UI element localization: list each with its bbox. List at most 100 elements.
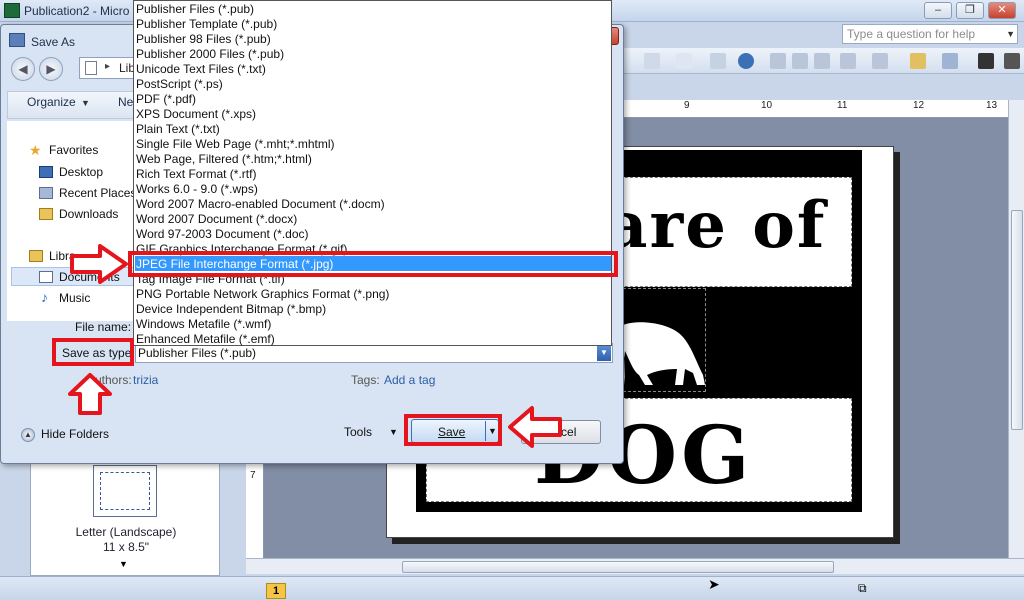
line-style-icon[interactable] [978,53,994,69]
tags-input[interactable]: Add a tag [384,373,435,387]
type-option[interactable]: Windows Metafile (*.wmf) [136,317,271,331]
hide-folders-button[interactable]: Hide Folders [41,427,109,441]
sign-top-text[interactable]: are of [606,188,826,263]
ruler-number: 7 [250,470,256,481]
page-size-card[interactable]: Letter (Landscape) 11 x 8.5" ▼ [30,458,220,576]
libraries-icon [29,250,43,262]
table-icon[interactable] [710,53,726,69]
help-placeholder: Type a question for help [847,27,976,41]
mouse-cursor-icon: ➤ [708,576,720,592]
type-option[interactable]: Word 2007 Macro-enabled Document (*.docm… [136,197,385,211]
type-option[interactable]: XPS Document (*.xps) [136,107,256,121]
help-search-input[interactable]: Type a question for help ▼ [842,24,1018,44]
arrow-left-icon [508,406,562,448]
arrow-up-icon [68,373,112,415]
type-option[interactable]: Publisher 2000 Files (*.pub) [136,47,284,61]
list-icon[interactable] [676,53,692,69]
nav-desktop-label: Desktop [59,165,104,179]
documents-icon [39,271,53,283]
ruler-number: 10 [761,100,773,111]
type-option[interactable]: Device Independent Bitmap (*.bmp) [136,302,326,316]
page-size-name: Letter (Landscape) [75,525,177,539]
fill-color-icon[interactable] [910,53,926,69]
nav-favorites-label: Favorites [49,143,99,157]
maximize-button[interactable]: ❐ [956,2,984,19]
save-as-type-value: Publisher Files (*.pub) [138,346,257,360]
back-button[interactable]: ◀ [11,57,35,81]
organize-button[interactable]: Organize [27,95,76,109]
star-icon: ★ [29,142,42,158]
type-option[interactable]: PDF (*.pdf) [136,92,196,106]
type-option[interactable]: Publisher Template (*.pub) [136,17,277,31]
vertical-scrollbar[interactable] [1008,100,1024,558]
type-option[interactable]: Unicode Text Files (*.txt) [136,62,266,76]
type-option[interactable]: PostScript (*.ps) [136,77,223,91]
nav-downloads-label: Downloads [59,207,119,221]
group-icon[interactable] [840,53,856,69]
arrow-right-icon [70,244,128,284]
nav-recent-places-label: Recent Places [59,186,137,200]
horizontal-scrollbar[interactable] [246,558,1024,574]
status-bar: 1 ⧉ [0,576,1024,600]
ruler-number: 11 [837,100,848,111]
close-button[interactable]: ✕ [988,2,1016,19]
nav-music-label: Music [59,291,91,305]
highlight-box-save [404,414,502,446]
arrow-style-icon[interactable] [1004,53,1020,69]
type-option[interactable]: Web Page, Filtered (*.htm;*.html) [136,152,312,166]
file-name-label: File name: [75,320,132,334]
downloads-folder-icon [39,208,53,220]
highlight-box-save-as-type [52,338,134,366]
vertical-ruler: 7 [246,458,264,558]
type-option[interactable]: Plain Text (*.txt) [136,122,220,136]
page-navigator[interactable]: 1 [266,583,286,599]
type-option[interactable]: Publisher 98 Files (*.pub) [136,32,271,46]
recent-places-icon [39,187,53,199]
folder-path-icon [85,61,97,75]
desktop-icon [39,166,53,178]
highlight-box-jpeg [128,251,618,277]
page-size-thumbnail [93,465,157,517]
crop-icon[interactable] [872,53,888,69]
tools-button[interactable]: Tools [344,425,372,439]
scroll-thumb[interactable] [402,561,834,573]
ruler-number: 13 [986,100,998,111]
chevron-right-icon: ▸ [105,61,111,72]
horizontal-ruler: 9 10 11 12 13 [620,100,1008,118]
chevron-down-icon[interactable]: ▼ [1006,29,1015,39]
scroll-thumb[interactable] [1011,210,1023,430]
type-option[interactable]: Single File Web Page (*.mht;*.mhtml) [136,137,335,151]
link-icon[interactable] [814,53,830,69]
type-option[interactable]: Works 6.0 - 9.0 (*.wps) [136,182,258,196]
line-color-icon[interactable] [942,53,958,69]
object-size-icon: ⧉ [858,581,867,595]
hyphen-icon[interactable] [792,53,808,69]
help-icon[interactable] [738,53,754,69]
music-icon: ♪ [41,289,48,305]
minimize-button[interactable]: – [924,2,952,19]
chevron-down-icon[interactable]: ▼ [81,98,90,108]
new-folder-button[interactable]: Ne [118,95,133,109]
text-box-icon[interactable] [770,53,786,69]
save-as-icon [9,33,25,47]
publisher-app-icon [4,3,20,18]
chevron-down-icon[interactable]: ▼ [389,427,398,437]
type-option[interactable]: Word 97-2003 Document (*.doc) [136,227,309,241]
formatting-toolbar [620,48,1024,74]
chevron-down-icon[interactable]: ▼ [119,559,128,569]
forward-button[interactable]: ▶ [39,57,63,81]
ruler-number: 9 [684,100,690,111]
page-size-dimensions: 11 x 8.5" [102,540,150,554]
publisher-title: Publication2 - Micro [24,4,130,18]
type-option[interactable]: PNG Portable Network Graphics Format (*.… [136,287,389,301]
authors-value[interactable]: trizia [133,373,158,387]
type-option[interactable]: Word 2007 Document (*.docx) [136,212,297,226]
dialog-title: Save As [31,35,76,49]
chevron-up-icon[interactable]: ▲ [21,428,35,442]
ruler-number: 12 [913,100,925,111]
type-option[interactable]: Publisher Files (*.pub) [136,2,254,16]
chevron-down-icon[interactable]: ▼ [597,345,611,361]
dropdown-icon[interactable] [644,53,660,69]
type-option[interactable]: Enhanced Metafile (*.emf) [136,332,275,346]
type-option[interactable]: Rich Text Format (*.rtf) [136,167,256,181]
